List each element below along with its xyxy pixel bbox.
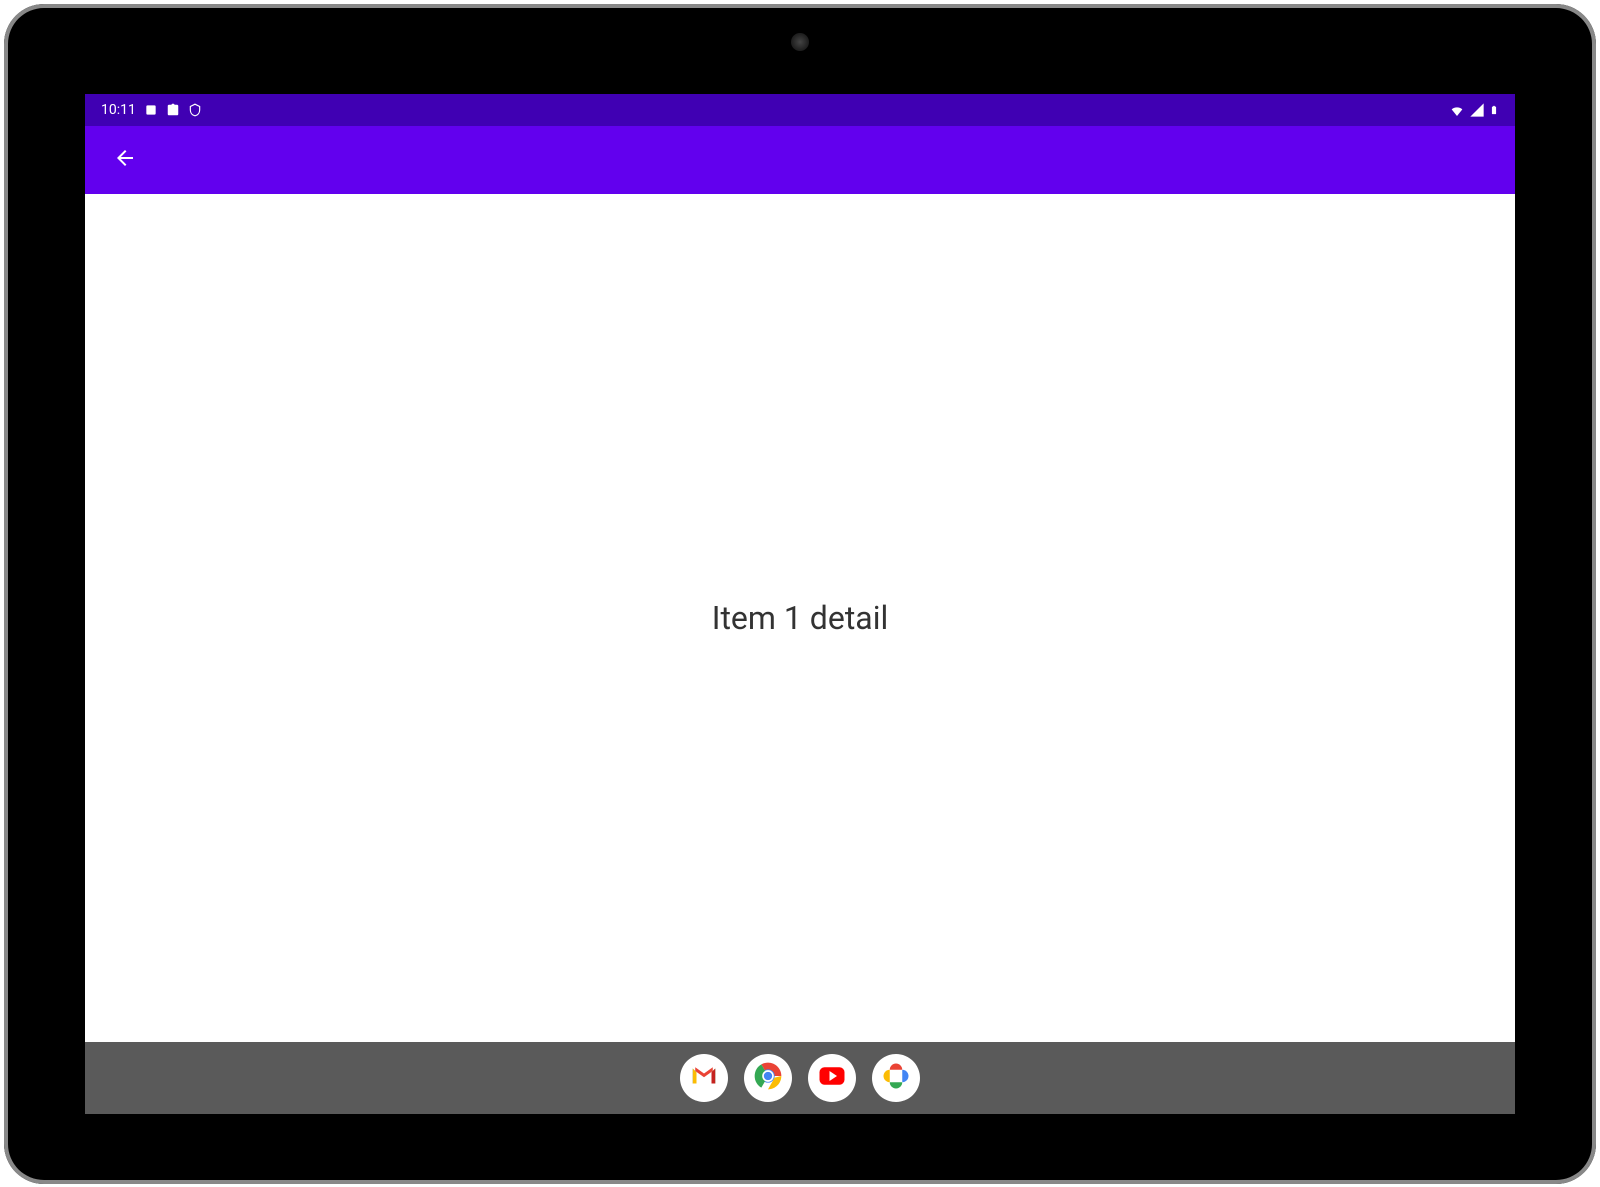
- content-area: Item 1 detail: [85, 194, 1515, 1042]
- gmail-icon: [689, 1061, 719, 1095]
- status-bar-left: 10:11: [101, 102, 202, 118]
- tablet-device-frame: 10:11: [4, 4, 1596, 1184]
- taskbar-app-gmail[interactable]: [680, 1054, 728, 1102]
- status-bar-right: [1449, 102, 1499, 118]
- status-time: 10:11: [101, 102, 136, 118]
- youtube-icon: [817, 1061, 847, 1095]
- status-bar: 10:11: [85, 94, 1515, 126]
- battery-icon: [1489, 102, 1499, 118]
- signal-icon: [1469, 102, 1485, 118]
- taskbar-app-chrome[interactable]: [744, 1054, 792, 1102]
- clipboard-icon: [166, 103, 180, 117]
- arrow-back-icon: [113, 146, 137, 174]
- chrome-icon: [748, 1056, 788, 1100]
- app-notification-icon: [144, 103, 158, 117]
- back-button[interactable]: [105, 140, 145, 180]
- taskbar-app-photos[interactable]: [872, 1054, 920, 1102]
- shield-icon: [188, 103, 202, 117]
- detail-text: Item 1 detail: [712, 599, 889, 637]
- screen: 10:11: [85, 94, 1515, 1114]
- photos-icon: [881, 1061, 911, 1095]
- wifi-icon: [1449, 102, 1465, 118]
- taskbar-app-youtube[interactable]: [808, 1054, 856, 1102]
- taskbar: [85, 1042, 1515, 1114]
- app-bar: [85, 126, 1515, 194]
- front-camera: [791, 33, 809, 51]
